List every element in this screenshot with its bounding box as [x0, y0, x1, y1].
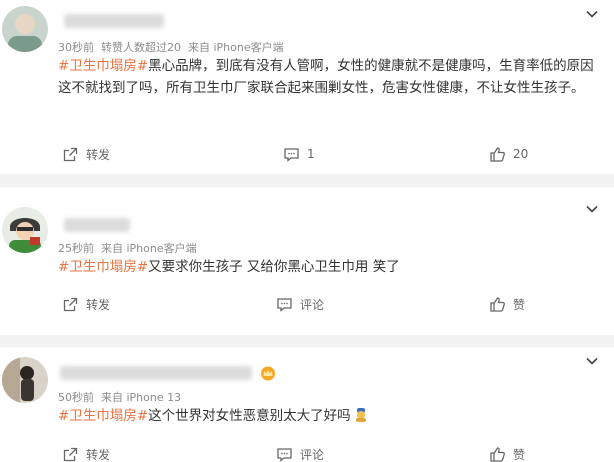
like-button[interactable]: 赞 [489, 292, 525, 316]
comment-text: #卫生巾塌房#又要求你生孩子 又给你黑心卫生巾用 笑了 [58, 256, 598, 278]
comment-meta: 30秒前 转赞人数超过20 来自 iPhone客户端 [58, 39, 291, 55]
repost-button[interactable]: 转发 [62, 442, 110, 462]
comment-meta: 25秒前 来自 iPhone客户端 [58, 240, 204, 256]
source-label: 来自 iPhone客户端 [101, 242, 197, 255]
comment-label: 评论 [300, 297, 325, 312]
avatar[interactable] [2, 207, 48, 253]
topic-hashtag[interactable]: #卫生巾塌房# [58, 58, 148, 74]
comment-card: 50秒前 来自 iPhone 13 #卫生巾塌房#这个世界对女性恶意别太大了好吗 … [0, 347, 614, 462]
source-label: 来自 iPhone 13 [101, 391, 182, 404]
comment-button[interactable]: 评论 [276, 292, 324, 316]
like-button[interactable]: 赞 [489, 442, 525, 462]
comment-button[interactable]: 评论 [276, 442, 324, 462]
topic-hashtag[interactable]: #卫生巾塌房# [58, 259, 148, 275]
emoji-icon [354, 407, 368, 423]
repost-icon [63, 297, 78, 311]
like-label: 赞 [513, 297, 526, 312]
comment-card: 25秒前 来自 iPhone客户端 #卫生巾塌房#又要求你生孩子 又给你黑心卫生巾… [0, 187, 614, 335]
action-bar: 转发 1 20 [0, 142, 614, 166]
comment-icon [284, 147, 299, 162]
action-bar: 转发 评论 赞 [0, 292, 614, 316]
repost-label: 转发 [86, 447, 111, 462]
repost-label: 转发 [86, 297, 111, 312]
chevron-down-icon[interactable] [584, 6, 600, 22]
username-redacted [64, 14, 164, 28]
comment-button[interactable]: 1 [283, 142, 315, 166]
source-label: 来自 iPhone客户端 [188, 41, 284, 54]
like-label: 赞 [513, 447, 526, 462]
comment-body: 这个世界对女性恶意别太大了好吗 [148, 408, 351, 424]
avatar-image [2, 357, 48, 403]
like-icon [490, 146, 505, 162]
action-bar: 转发 评论 赞 [0, 442, 614, 462]
comment-count: 1 [307, 147, 315, 161]
repost-button[interactable]: 转发 [62, 292, 110, 316]
time-label: 25秒前 [58, 242, 94, 255]
comment-text: #卫生巾塌房#这个世界对女性恶意别太大了好吗 [58, 405, 598, 427]
repost-label: 转发 [86, 147, 111, 162]
like-button[interactable]: 20 [489, 142, 528, 166]
comment-card: 30秒前 转赞人数超过20 来自 iPhone客户端 #卫生巾塌房#黑心品牌，到底有… [0, 0, 614, 174]
username-redacted [64, 218, 130, 232]
crown-icon [259, 365, 277, 381]
time-label: 30秒前 [58, 41, 94, 54]
avatar[interactable] [2, 6, 48, 52]
like-count: 20 [513, 147, 529, 161]
username-redacted [60, 366, 252, 380]
avatar-image [2, 207, 48, 253]
avatar-image [2, 6, 48, 52]
comment-label: 评论 [300, 447, 325, 462]
chevron-down-icon[interactable] [584, 353, 600, 369]
like-icon [490, 446, 505, 462]
divider [0, 174, 614, 187]
avatar[interactable] [2, 357, 48, 403]
repost-count-label: 转赞人数超过20 [101, 41, 181, 54]
topic-hashtag[interactable]: #卫生巾塌房# [58, 408, 148, 424]
comment-body: 又要求你生孩子 又给你黑心卫生巾用 笑了 [148, 259, 400, 275]
repost-icon [63, 147, 78, 161]
comment-icon [277, 447, 292, 462]
repost-icon [63, 447, 78, 461]
comment-meta: 50秒前 来自 iPhone 13 [58, 389, 188, 405]
time-label: 50秒前 [58, 391, 94, 404]
like-icon [490, 296, 505, 312]
comment-text: #卫生巾塌房#黑心品牌，到底有没有人管啊，女性的健康就不是健康吗，生育率低的原因… [58, 55, 598, 99]
chevron-down-icon[interactable] [584, 201, 600, 217]
comment-icon [277, 297, 292, 312]
repost-button[interactable]: 转发 [62, 142, 110, 166]
divider [0, 335, 614, 347]
